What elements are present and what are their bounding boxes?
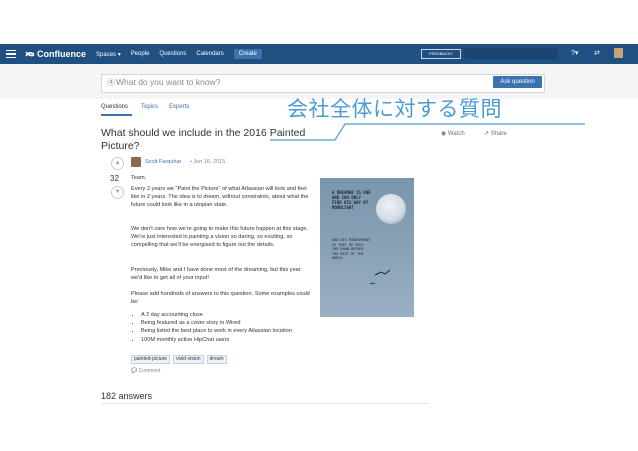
author-name[interactable]: Scott Farquhar: [145, 159, 181, 165]
post-date: • Jun 16, 2015: [190, 159, 226, 165]
divider: [101, 403, 429, 404]
tag-list: painted-picture vivid-vision dream: [131, 355, 227, 364]
examples-list: A 2 day accounting close Being featured …: [131, 311, 331, 344]
list-item: Being listed the best place to work in e…: [141, 327, 331, 335]
list-item: Being featured as a cover story in Wired: [141, 319, 331, 327]
comment-link[interactable]: 💬 Comment: [131, 368, 160, 374]
upvote-icon[interactable]: ▲: [111, 157, 124, 170]
tag[interactable]: painted-picture: [131, 355, 171, 364]
body-paragraph: We don't care how we're going to make th…: [131, 226, 309, 249]
watch-label: Watch: [447, 131, 465, 137]
vote-count: 32: [110, 174, 119, 183]
slide: Confluence Spaces ▾ People Questions Cal…: [0, 0, 638, 451]
answers-count: 182 answers: [101, 391, 153, 401]
share-label: Share: [490, 131, 507, 137]
overlay-caption: 会社全体に対する質問: [287, 98, 502, 121]
watch-button[interactable]: ◉ Watch: [441, 130, 465, 137]
body-paragraph: Team,: [131, 175, 147, 181]
bird-icon: [369, 269, 391, 285]
overlay-underline: [270, 123, 585, 141]
body-paragraph: Previously, Mike and I have done most of…: [131, 267, 301, 282]
dreamer-poster-image: A DREAMER IS ONE WHO CAN ONLY FIND HIS W…: [320, 178, 414, 317]
comment-label: Comment: [138, 368, 161, 374]
share-button[interactable]: ↗ Share: [484, 130, 507, 137]
downvote-icon[interactable]: ▼: [111, 186, 124, 199]
list-item: A 2 day accounting close: [141, 311, 331, 319]
author-avatar[interactable]: [131, 157, 141, 167]
body-paragraph: Every 2 years we "Paint the Picture" of …: [131, 186, 309, 209]
list-item: 100M monthly active HipChat users: [141, 336, 331, 344]
question-title: What should we include in the 2016 Paint…: [101, 127, 306, 152]
body-paragraph: Please add hundreds of answers to this q…: [131, 291, 310, 306]
tag[interactable]: dream: [206, 355, 227, 364]
tag[interactable]: vivid-vision: [173, 355, 204, 364]
